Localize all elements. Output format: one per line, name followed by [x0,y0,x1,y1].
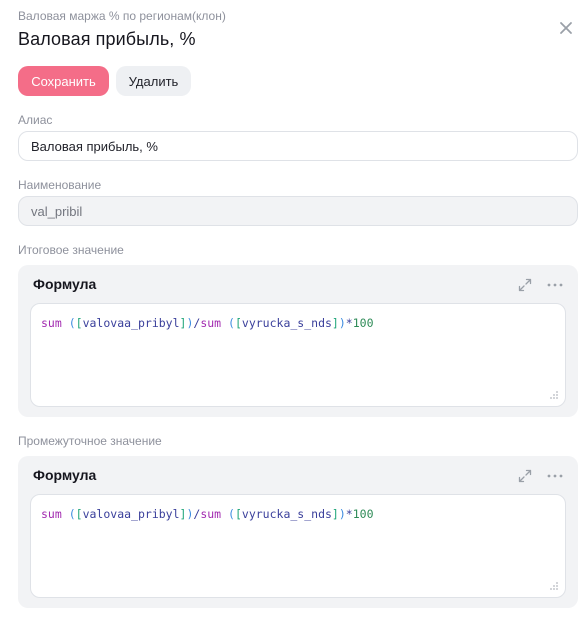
total-value-label: Итоговое значение [18,243,124,257]
formula-title: Формула [33,467,97,483]
code-bracket: [ [234,316,242,330]
page-title: Валовая прибыль, % [18,29,196,49]
name-label: Наименование [18,178,102,192]
code-operator: * [345,507,353,521]
code-bracket: ) [338,507,346,521]
formula-editor[interactable]: sum ([valovaa_pribyl])/sum ([vyrucka_s_n… [30,303,566,407]
close-icon[interactable] [557,19,575,37]
formula-editor[interactable]: sum ([valovaa_pribyl])/sum ([vyrucka_s_n… [30,494,566,598]
code-bracket: ( [61,316,76,330]
formula-code[interactable]: sum ([valovaa_pribyl])/sum ([vyrucka_s_n… [41,507,374,521]
code-function: sum [200,316,222,330]
code-bracket: [ [75,507,83,521]
code-bracket: [ [75,316,83,330]
save-button[interactable]: Сохранить [18,66,109,96]
code-number: 100 [352,507,374,521]
code-number: 100 [352,316,374,330]
name-field: val_pribil [18,196,578,226]
code-identifier: valovaa_pribyl [82,316,180,330]
code-bracket: ( [221,507,235,521]
code-bracket: ] [331,507,339,521]
code-identifier: vyrucka_s_nds [241,507,332,521]
code-operator: * [345,316,353,330]
alias-field[interactable]: Валовая прибыль, % [18,131,578,161]
resize-handle-icon[interactable] [549,390,559,400]
breadcrumb: Валовая маржа % по регионам(клон) [18,9,226,23]
more-icon[interactable] [546,278,564,292]
code-bracket: ) [338,316,346,330]
code-bracket: ( [61,507,76,521]
resize-handle-icon[interactable] [549,581,559,591]
formula-code[interactable]: sum ([valovaa_pribyl])/sum ([vyrucka_s_n… [41,316,374,330]
code-identifier: vyrucka_s_nds [241,316,332,330]
expand-icon[interactable] [518,469,532,483]
more-icon[interactable] [546,469,564,483]
total-formula-panel: Формула sum ([valovaa_pribyl])/sum ([vyr… [18,265,578,417]
expand-icon[interactable] [518,278,532,292]
code-function: sum [41,316,62,330]
alias-label: Алиас [18,113,53,127]
intermediate-value-label: Промежуточное значение [18,434,162,448]
formula-title: Формула [33,276,97,292]
intermediate-formula-panel: Формула sum ([valovaa_pribyl])/sum ([vyr… [18,456,578,608]
code-function: sum [200,507,222,521]
code-function: sum [41,507,62,521]
code-identifier: valovaa_pribyl [82,507,180,521]
delete-button[interactable]: Удалить [116,66,191,96]
code-bracket: ( [221,316,235,330]
code-bracket: ] [331,316,339,330]
code-bracket: [ [234,507,242,521]
